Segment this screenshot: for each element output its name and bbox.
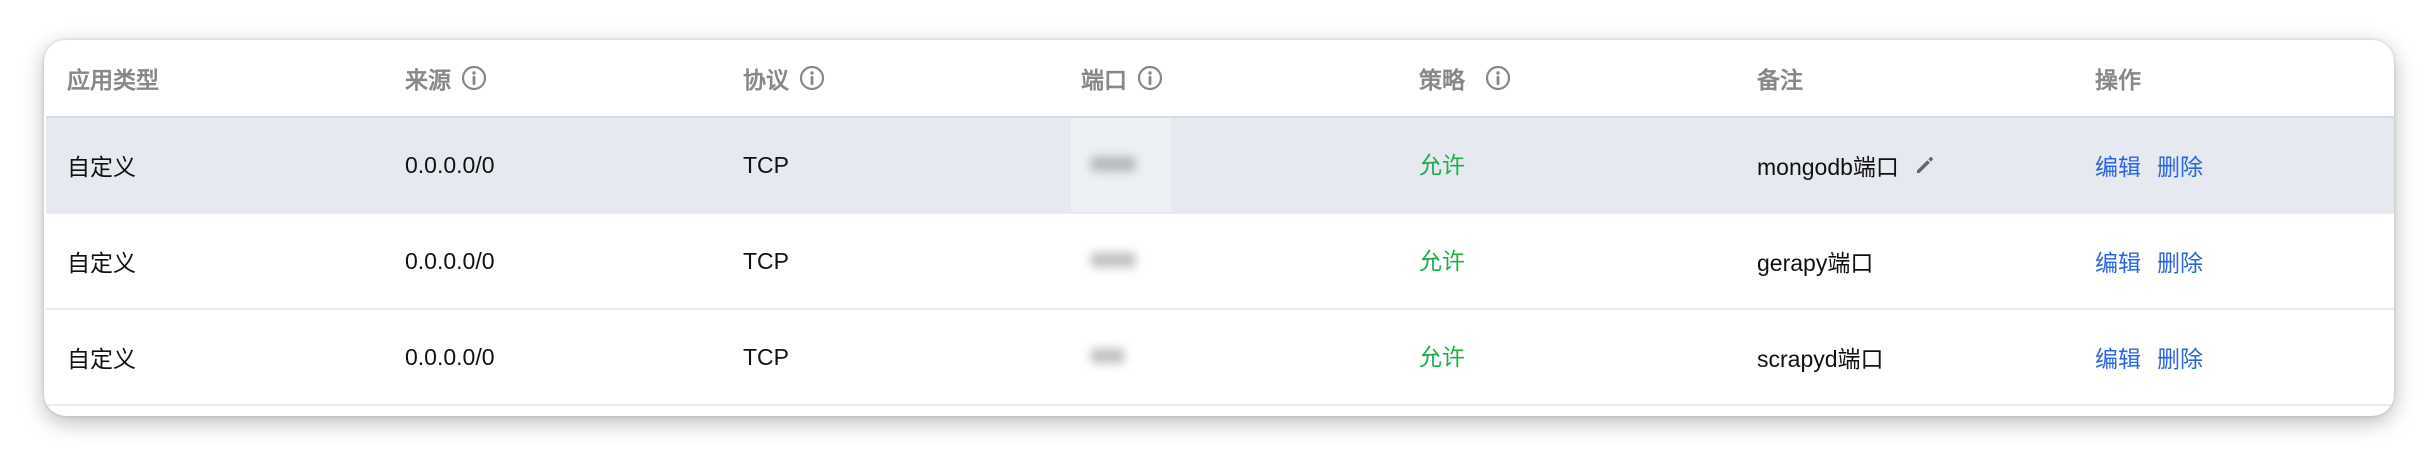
header-source: 来源: [405, 40, 487, 116]
cell-actions: 编辑 删除: [2095, 214, 2203, 308]
delete-link[interactable]: 删除: [2157, 148, 2203, 182]
header-protocol: 协议: [743, 40, 825, 116]
security-rules-card: 应用类型 来源 协议 端口 策略 备注 操作 自定义 0.0.0.0/0 TCP…: [44, 40, 2394, 416]
header-app-type: 应用类型: [67, 40, 159, 116]
port-value: 888: [1091, 345, 1125, 368]
header-policy: 策略: [1419, 40, 1511, 116]
cell-policy-allow: 允许: [1419, 344, 1465, 370]
cell-port: 888: [1091, 310, 1124, 404]
header-source-label: 来源: [405, 67, 451, 93]
header-remark-label: 备注: [1757, 67, 1803, 93]
edit-link[interactable]: 编辑: [2095, 148, 2141, 182]
cell-port: 8888: [1091, 214, 1136, 308]
info-circle-icon[interactable]: [799, 65, 825, 91]
edit-link[interactable]: 编辑: [2095, 340, 2141, 374]
cell-actions: 编辑 删除: [2095, 310, 2203, 404]
info-circle-icon[interactable]: [1485, 65, 1511, 91]
cell-app-type: 自定义: [67, 250, 136, 276]
cell-port: 8888: [1091, 118, 1136, 212]
cell-protocol: TCP: [743, 247, 789, 274]
header-port-label: 端口: [1081, 67, 1127, 93]
table-row: 自定义 0.0.0.0/0 TCP 8888 允许 mongodb端口 编辑 删…: [46, 118, 2394, 214]
header-policy-label: 策略: [1419, 67, 1465, 93]
info-circle-icon[interactable]: [461, 65, 487, 91]
security-rules-table: 应用类型 来源 协议 端口 策略 备注 操作 自定义 0.0.0.0/0 TCP…: [46, 40, 2394, 416]
remark-text: scrapyd端口: [1757, 346, 1884, 372]
cell-source: 0.0.0.0/0: [405, 343, 495, 370]
header-actions: 操作: [2095, 40, 2141, 116]
header-port: 端口: [1081, 40, 1163, 116]
port-value: 8888: [1091, 153, 1136, 176]
header-actions-label: 操作: [2095, 67, 2141, 93]
cell-policy-allow: 允许: [1419, 248, 1465, 274]
cell-remark: gerapy端口: [1757, 214, 1873, 308]
cell-source: 0.0.0.0/0: [405, 247, 495, 274]
remark-text: mongodb端口: [1757, 154, 1899, 180]
header-remark: 备注: [1757, 40, 1803, 116]
cell-app-type: 自定义: [67, 154, 136, 180]
pencil-icon[interactable]: [1913, 153, 1937, 177]
cell-source: 0.0.0.0/0: [405, 151, 495, 178]
cell-policy-allow: 允许: [1419, 152, 1465, 178]
cell-remark: mongodb端口: [1757, 118, 1937, 212]
delete-link[interactable]: 删除: [2157, 244, 2203, 278]
cell-app-type: 自定义: [67, 346, 136, 372]
table-header: 应用类型 来源 协议 端口 策略 备注 操作: [46, 40, 2394, 118]
cell-protocol: TCP: [743, 343, 789, 370]
edit-link[interactable]: 编辑: [2095, 244, 2141, 278]
header-app-type-label: 应用类型: [67, 67, 159, 93]
table-row: 自定义 0.0.0.0/0 TCP 888 允许 scrapyd端口 编辑 删除: [46, 310, 2394, 406]
port-value: 8888: [1091, 249, 1136, 272]
cell-actions: 编辑 删除: [2095, 118, 2203, 212]
cell-remark: scrapyd端口: [1757, 310, 1884, 404]
table-row: 自定义 0.0.0.0/0 TCP 8888 允许 gerapy端口 编辑 删除: [46, 214, 2394, 310]
header-protocol-label: 协议: [743, 67, 789, 93]
info-circle-icon[interactable]: [1137, 65, 1163, 91]
delete-link[interactable]: 删除: [2157, 340, 2203, 374]
remark-text: gerapy端口: [1757, 250, 1874, 276]
cell-protocol: TCP: [743, 151, 789, 178]
